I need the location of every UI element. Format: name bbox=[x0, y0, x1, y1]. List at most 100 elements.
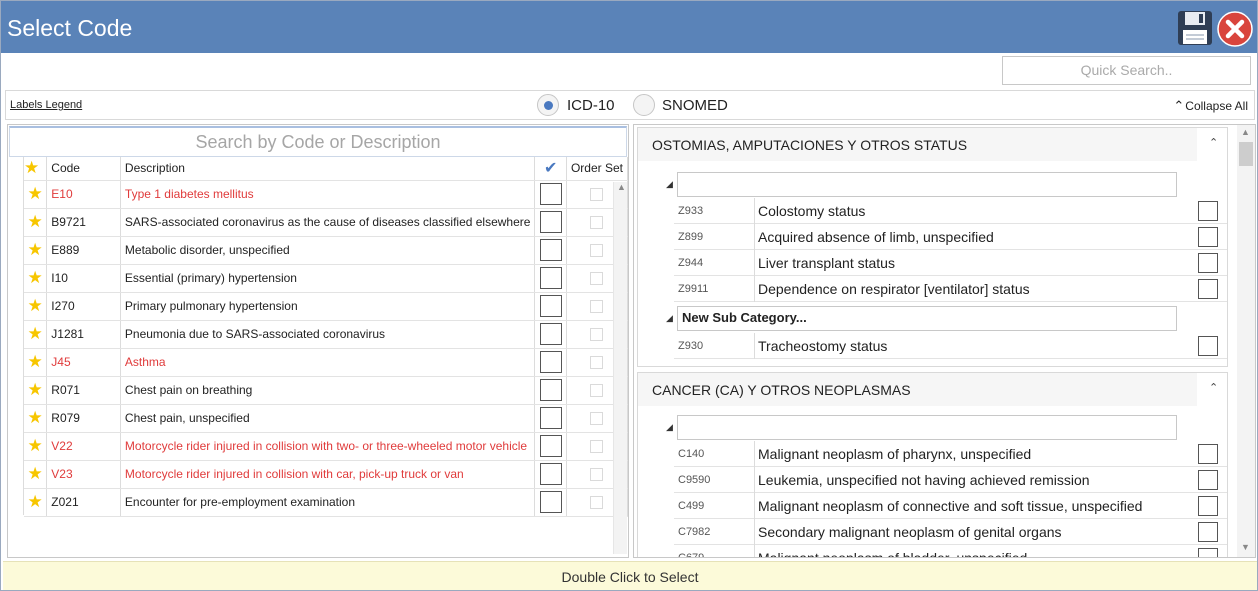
row-select-checkbox[interactable] bbox=[534, 264, 567, 293]
row-code: R079 bbox=[46, 404, 121, 433]
category-header[interactable]: CANCER (CA) Y OTROS NEOPLASMAS bbox=[638, 373, 1197, 406]
code-value: Z899 bbox=[678, 231, 704, 243]
star-icon[interactable]: ★ bbox=[24, 264, 48, 293]
row-select-checkbox[interactable] bbox=[534, 432, 567, 461]
snomed-radio[interactable] bbox=[633, 94, 655, 116]
table-row[interactable]: ★ J1281 Pneumonia due to SARS-associated c… bbox=[24, 320, 628, 349]
subcategory-input[interactable] bbox=[677, 415, 1177, 440]
table-row[interactable]: ★ V22 Motorcycle rider injured in collisio… bbox=[24, 432, 628, 461]
star-icon[interactable]: ★ bbox=[24, 292, 48, 321]
code-row[interactable]: C9590 Leukemia, unspecified not having ac… bbox=[674, 467, 1227, 493]
category-header[interactable]: OSTOMIAS, AMPUTACIONES Y OTROS STATUS bbox=[638, 128, 1197, 161]
scroll-up-icon[interactable]: ▲ bbox=[1241, 127, 1250, 137]
code-select-checkbox[interactable] bbox=[1198, 336, 1218, 356]
row-select-checkbox[interactable] bbox=[534, 180, 567, 209]
star-icon[interactable]: ★ bbox=[24, 432, 48, 461]
code-description: Dependence on respirator [ventilator] st… bbox=[758, 281, 1030, 297]
star-icon[interactable]: ★ bbox=[24, 488, 48, 517]
code-select-checkbox[interactable] bbox=[1198, 496, 1218, 516]
table-row[interactable]: ★ V23 Motorcycle rider injured in collisio… bbox=[24, 460, 628, 489]
table-row[interactable]: ★ E10 Type 1 diabetes mellitus bbox=[24, 180, 628, 209]
expand-triangle-icon[interactable]: ◢ bbox=[666, 313, 673, 324]
snomed-label[interactable]: SNOMED bbox=[662, 97, 728, 114]
chevron-up-icon[interactable]: ⌃ bbox=[1209, 381, 1218, 394]
star-icon[interactable]: ★ bbox=[24, 320, 48, 349]
code-row[interactable]: Z930 Tracheostomy status bbox=[674, 333, 1227, 359]
row-select-checkbox[interactable] bbox=[534, 348, 567, 377]
column-order-set[interactable]: Order Set bbox=[566, 157, 628, 181]
code-select-checkbox[interactable] bbox=[1198, 470, 1218, 490]
row-select-checkbox[interactable] bbox=[534, 488, 567, 517]
subcategory-input[interactable]: New Sub Category... bbox=[677, 306, 1177, 331]
code-row[interactable]: C140 Malignant neoplasm of pharynx, unspe… bbox=[674, 441, 1227, 467]
row-select-checkbox[interactable] bbox=[534, 404, 567, 433]
column-code[interactable]: Code bbox=[46, 157, 121, 181]
table-row[interactable]: ★ E889 Metabolic disorder, unspecified bbox=[24, 236, 628, 265]
star-icon[interactable]: ★ bbox=[24, 180, 48, 209]
subcategory-input[interactable] bbox=[677, 172, 1177, 197]
table-row[interactable]: ★ R071 Chest pain on breathing bbox=[24, 376, 628, 405]
quick-search-input[interactable]: Quick Search.. bbox=[1002, 56, 1251, 85]
code-row[interactable]: Z933 Colostomy status bbox=[674, 198, 1227, 224]
code-search-input[interactable]: Search by Code or Description bbox=[9, 126, 627, 157]
code-row[interactable]: C679 Malignant neoplasm of bladder, unspe… bbox=[674, 545, 1227, 557]
table-row[interactable]: ★ Z021 Encounter for pre-employment examin… bbox=[24, 488, 628, 517]
table-row[interactable]: ★ R079 Chest pain, unspecified bbox=[24, 404, 628, 433]
star-icon[interactable]: ★ bbox=[24, 236, 48, 265]
star-icon[interactable]: ★ bbox=[24, 460, 48, 489]
code-select-checkbox[interactable] bbox=[1198, 227, 1218, 247]
row-select-checkbox[interactable] bbox=[534, 292, 567, 321]
code-select-checkbox[interactable] bbox=[1198, 201, 1218, 221]
star-icon[interactable]: ★ bbox=[24, 404, 48, 433]
expand-triangle-icon[interactable]: ◢ bbox=[666, 179, 673, 190]
column-description[interactable]: Description bbox=[120, 157, 536, 181]
star-icon[interactable]: ★ bbox=[24, 208, 48, 237]
row-select-checkbox[interactable] bbox=[534, 460, 567, 489]
favorites-table: ★ Code Description ✔ Order Set ★ E10 Type … bbox=[24, 157, 628, 517]
star-icon[interactable]: ★ bbox=[24, 348, 48, 377]
icd10-radio[interactable] bbox=[537, 94, 559, 116]
table-row[interactable]: ★ I10 Essential (primary) hypertension bbox=[24, 264, 628, 293]
table-row[interactable]: ★ J45 Asthma bbox=[24, 348, 628, 377]
left-scrollbar[interactable]: ▲ bbox=[613, 182, 627, 554]
code-select-checkbox[interactable] bbox=[1198, 522, 1218, 542]
table-row[interactable]: ★ B9721 SARS-associated coronavirus as the… bbox=[24, 208, 628, 237]
subcategory-row: ◢ bbox=[638, 169, 1227, 199]
category-title: OSTOMIAS, AMPUTACIONES Y OTROS STATUS bbox=[652, 137, 968, 153]
scroll-down-icon[interactable]: ▼ bbox=[1241, 542, 1250, 552]
row-description: Motorcycle rider injured in collision wi… bbox=[120, 432, 536, 461]
labels-legend-link[interactable]: Labels Legend bbox=[10, 99, 82, 111]
save-icon[interactable] bbox=[1177, 10, 1213, 46]
code-description: Secondary malignant neoplasm of genital … bbox=[758, 524, 1062, 540]
code-row[interactable]: Z944 Liver transplant status bbox=[674, 250, 1227, 276]
right-scrollbar[interactable]: ▲ ▼ bbox=[1237, 125, 1255, 557]
row-indicator-column bbox=[8, 157, 24, 515]
code-row[interactable]: C7982 Secondary malignant neoplasm of gen… bbox=[674, 519, 1227, 545]
code-description: Liver transplant status bbox=[758, 255, 895, 271]
code-select-checkbox[interactable] bbox=[1198, 548, 1218, 557]
chevron-up-icon[interactable]: ⌃ bbox=[1209, 136, 1218, 149]
scroll-up-icon[interactable]: ▲ bbox=[617, 182, 626, 192]
star-icon[interactable]: ★ bbox=[24, 376, 48, 405]
table-row[interactable]: ★ I270 Primary pulmonary hypertension bbox=[24, 292, 628, 321]
row-code: B9721 bbox=[46, 208, 121, 237]
icd10-label[interactable]: ICD-10 bbox=[567, 97, 615, 114]
code-row[interactable]: Z899 Acquired absence of limb, unspecifie… bbox=[674, 224, 1227, 250]
expand-triangle-icon[interactable]: ◢ bbox=[666, 422, 673, 433]
collapse-all-button[interactable]: ⌃Collapse All bbox=[1173, 98, 1248, 114]
close-icon[interactable] bbox=[1217, 11, 1253, 47]
category-title: CANCER (CA) Y OTROS NEOPLASMAS bbox=[652, 382, 911, 398]
scroll-thumb[interactable] bbox=[1239, 142, 1253, 166]
code-row[interactable]: Z9911 Dependence on respirator [ventilato… bbox=[674, 276, 1227, 302]
row-description: Type 1 diabetes mellitus bbox=[120, 180, 536, 209]
code-select-checkbox[interactable] bbox=[1198, 444, 1218, 464]
code-row[interactable]: C499 Malignant neoplasm of connective and… bbox=[674, 493, 1227, 519]
chevron-up-icon: ⌃ bbox=[1173, 98, 1185, 113]
code-select-checkbox[interactable] bbox=[1198, 279, 1218, 299]
code-select-checkbox[interactable] bbox=[1198, 253, 1218, 273]
code-description: Leukemia, unspecified not having achieve… bbox=[758, 472, 1090, 488]
row-select-checkbox[interactable] bbox=[534, 208, 567, 237]
row-select-checkbox[interactable] bbox=[534, 236, 567, 265]
row-select-checkbox[interactable] bbox=[534, 376, 567, 405]
row-select-checkbox[interactable] bbox=[534, 320, 567, 349]
